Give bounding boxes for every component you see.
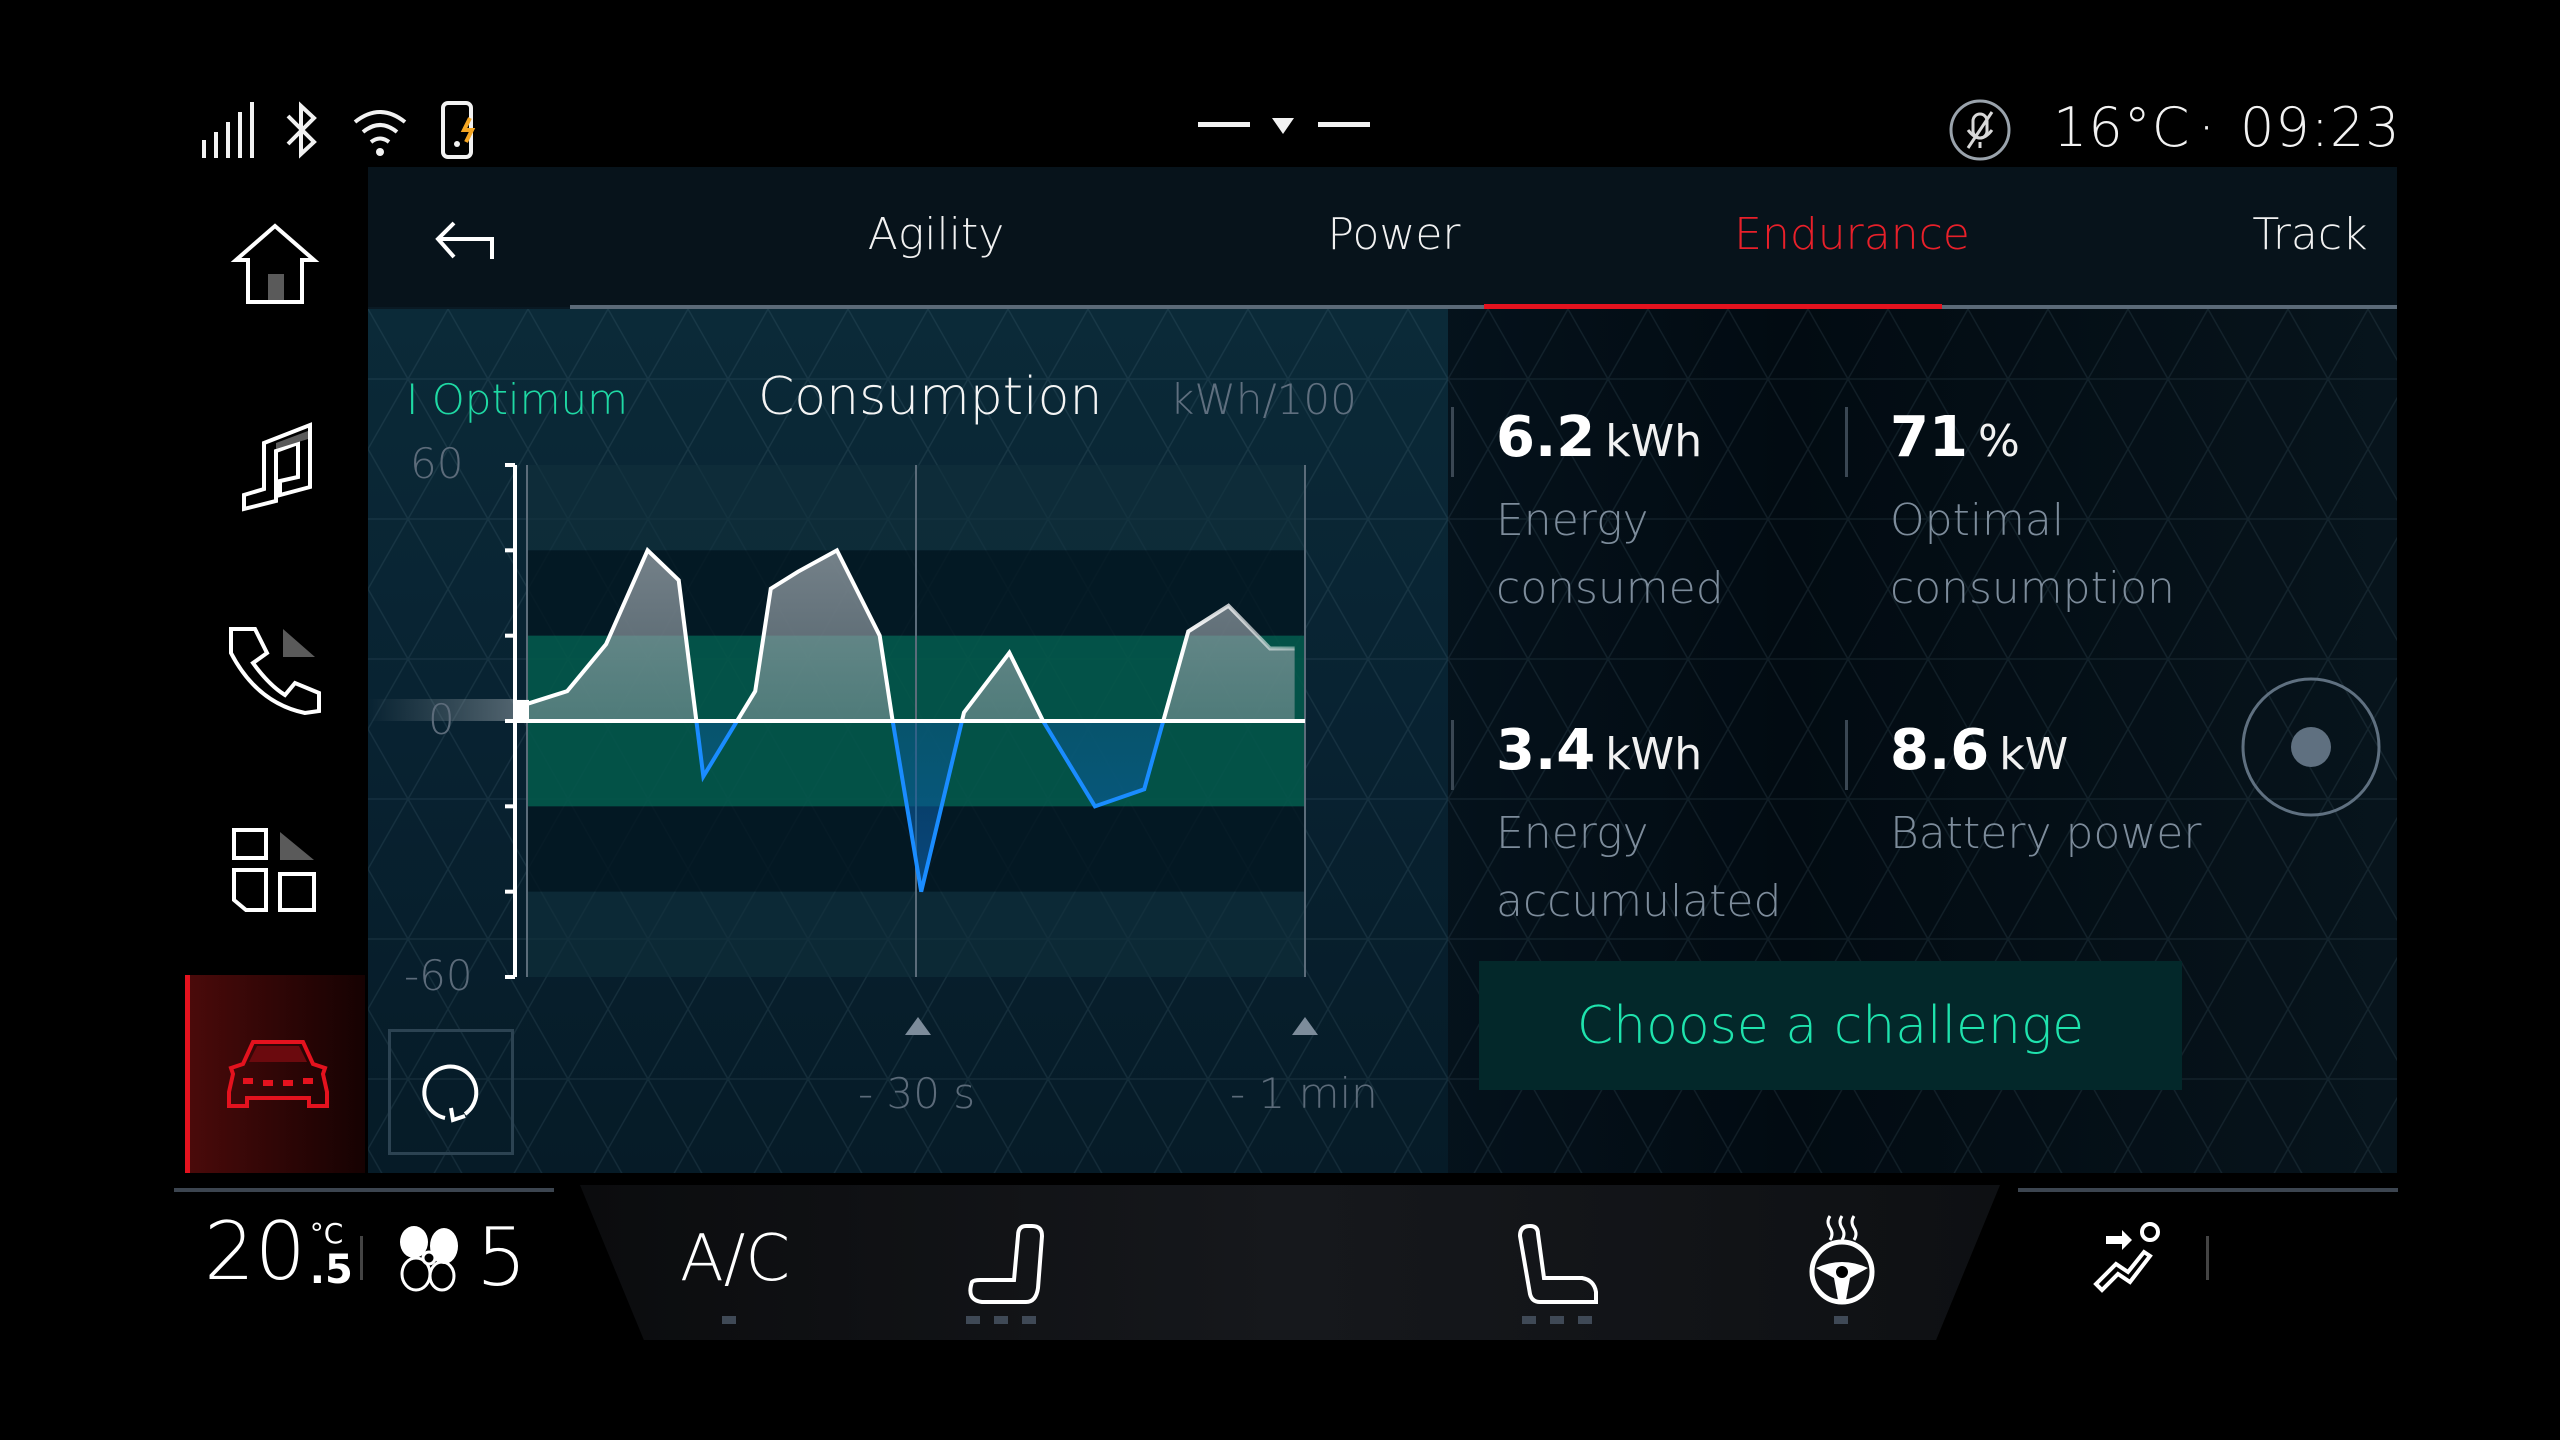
cabin-temperature[interactable]: 20 °C .5: [204, 1205, 353, 1298]
battery-power-value: 8.6 kW: [1890, 718, 2069, 783]
climate-left-divider: [174, 1188, 554, 1192]
phone-charging-icon: [441, 101, 476, 159]
battery-power-label: Battery power: [1890, 808, 2202, 859]
rotary-dial-icon[interactable]: [2239, 675, 2383, 819]
reset-icon: [422, 1064, 479, 1123]
seat-ventilation-level: [1522, 1316, 1592, 1324]
climate-center-panel: [580, 1185, 2000, 1340]
stat-divider: [1845, 720, 1848, 790]
x-label-1min: - 1 min: [1230, 1069, 1378, 1118]
apps-grid-icon: [232, 828, 316, 912]
seat-ventilation-icon[interactable]: [1516, 1222, 1600, 1306]
music-icon: [242, 422, 312, 512]
y-tick-label-zero: 0: [428, 695, 455, 744]
fan-level: 5: [476, 1211, 527, 1304]
nav-vehicle[interactable]: [185, 975, 365, 1173]
marker-1min-icon: [1292, 1017, 1318, 1035]
climate-separator: [360, 1236, 363, 1280]
stat-divider: [1451, 720, 1454, 790]
nav-music[interactable]: [185, 372, 365, 562]
fan-icon: [400, 1226, 458, 1292]
energy-accumulated-value: 3.4 kWh: [1496, 718, 1703, 783]
nav-phone[interactable]: [185, 574, 365, 764]
temp-suffix: °C .5: [309, 1217, 353, 1293]
stat-divider: [1451, 407, 1454, 477]
energy-consumed-label: Energy consumed: [1496, 495, 1724, 614]
climate-right-separator: [2206, 1236, 2209, 1280]
temp-unit: °C: [309, 1217, 344, 1250]
marker-30s-icon: [905, 1017, 931, 1035]
drawer-handle[interactable]: [1196, 112, 1372, 142]
energy-accumulated-label: Energy accumulated: [1496, 808, 1782, 927]
current-value-marker: [515, 699, 529, 721]
fan-speed[interactable]: 5: [396, 1218, 527, 1298]
clock: 09:23: [2240, 96, 2401, 159]
temp-decimal: .5: [309, 1247, 353, 1293]
ac-level-indicator: [722, 1316, 736, 1324]
y-tick-label-bottom: -60: [404, 951, 473, 1000]
outside-temperature: 16°C: [2053, 96, 2191, 159]
temp-integer: 20: [204, 1205, 306, 1298]
seat-heating-level: [966, 1316, 1036, 1324]
x-label-30s: - 30 s: [858, 1069, 976, 1118]
ac-button[interactable]: A/C: [680, 1222, 790, 1296]
steering-wheel-heating-icon[interactable]: [1806, 1212, 1878, 1308]
nav-home[interactable]: [185, 170, 365, 360]
status-separator: ·: [2198, 96, 2217, 159]
air-direction-icon[interactable]: [2088, 1220, 2164, 1296]
mic-muted-icon[interactable]: [1948, 98, 2012, 162]
stat-divider: [1845, 407, 1848, 477]
car-icon: [226, 1040, 329, 1108]
reset-button[interactable]: [388, 1029, 514, 1155]
energy-consumed-value: 6.2 kWh: [1496, 405, 1703, 470]
nav-apps[interactable]: [185, 776, 365, 966]
steering-wheel-heating-level: [1834, 1316, 1848, 1324]
climate-right-divider: [2018, 1188, 2398, 1192]
choose-challenge-button[interactable]: Choose a challenge: [1479, 961, 2182, 1090]
tab-endurance[interactable]: Endurance: [1622, 209, 2082, 260]
optimal-consumption-value: 71%: [1890, 405, 2020, 470]
optimal-consumption-label: Optimal consumption: [1890, 495, 2175, 614]
seat-heating-icon[interactable]: [962, 1222, 1046, 1306]
y-tick-label-top: 60: [410, 439, 464, 488]
tab-track[interactable]: Track: [2080, 209, 2397, 260]
bluetooth-icon: [286, 101, 317, 159]
signal-icon: [202, 102, 254, 158]
main-panel: Agility Power Endurance Track I Optimum …: [368, 167, 2397, 1173]
wifi-icon: [353, 110, 407, 156]
phone-icon: [229, 627, 321, 716]
home-icon: [230, 223, 320, 304]
